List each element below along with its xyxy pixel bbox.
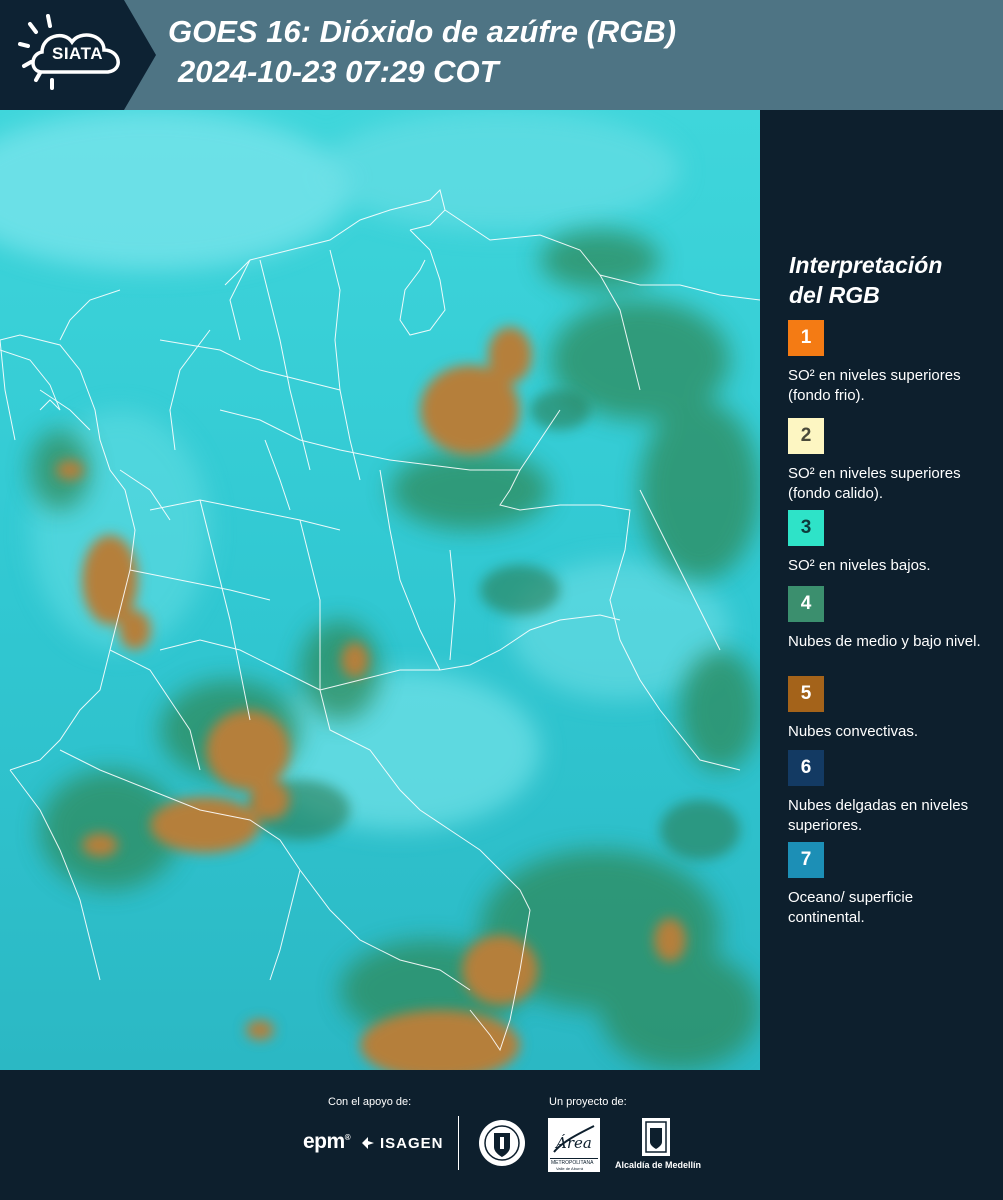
legend-swatch-5: 5 [788,676,824,712]
alcaldia-logo-text: Alcaldía de Medellín [614,1160,702,1170]
legend-item-5: 5 Nubes convectivas. [788,676,993,742]
medellin-seal-logo [478,1119,526,1172]
epm-logo-text: epm [303,1130,345,1153]
legend-number-6: 6 [800,757,812,778]
legend-item-3: 3 SO² en niveles bajos. [788,510,993,576]
legend-swatch-7: 7 [788,842,824,878]
alcaldia-medellin-logo: Alcaldía de Medellín [610,1118,706,1172]
legend-number-7: 7 [800,849,812,870]
epm-logo: epm® [303,1130,351,1153]
legend-number-2: 2 [800,425,812,446]
legend-panel: Interpretación del RGB 1 SO² en niveles … [760,110,1003,1070]
legend-label-6: Nubes delgadas en niveles superiores. [788,797,969,834]
legend-swatch-6: 6 [788,750,824,786]
siata-logo: SIATA [0,0,156,110]
satellite-map [0,110,760,1070]
legend-label-2: SO² en niveles superiores (fondo calido)… [788,465,961,502]
legend-item-4: 4 Nubes de medio y bajo nivel. [788,586,993,652]
legend-swatch-2: 2 [788,418,824,454]
area-metropolitana-logo: Área METROPOLITANA Valle de Aburrá [548,1118,600,1172]
page-timestamp: 2024-10-23 07:29 COT [178,54,499,89]
legend-number-1: 1 [800,327,812,348]
legend-item-6: 6 Nubes delgadas en niveles superiores. [788,750,993,836]
footer: Con el apoyo de: Un proyecto de: epm® IS… [0,1070,1003,1200]
area-logo-subtext2: Valle de Aburrá [556,1166,584,1171]
legend-label-4: Nubes de medio y bajo nivel. [788,633,981,650]
legend-label-5: Nubes convectivas. [788,723,919,740]
legend-title-line1: Interpretación [789,252,943,278]
isagen-logo-text: ISAGEN [380,1134,444,1152]
legend-title: Interpretación del RGB [789,250,989,310]
legend-number-5: 5 [800,683,812,704]
support-label: Con el apoyo de: [328,1096,412,1108]
legend-item-1: 1 SO² en niveles superiores (fondo frio)… [788,320,993,406]
legend-number-3: 3 [800,517,812,538]
legend-label-3: SO² en niveles bajos. [788,557,931,574]
legend-number-4: 4 [800,593,812,614]
legend-title-line2: del RGB [789,282,880,308]
area-logo-text: Área [556,1134,592,1152]
legend-item-2: 2 SO² en niveles superiores (fondo calid… [788,418,993,504]
legend-swatch-4: 4 [788,586,824,622]
siata-logo-text: SIATA [52,44,103,63]
legend-swatch-3: 3 [788,510,824,546]
isagen-logo: ISAGEN [360,1132,444,1154]
page-title: GOES 16: Dióxido de azúfre (RGB) [168,14,677,49]
legend-item-7: 7 Oceano/ superficie continental. [788,842,993,928]
legend-label-1: SO² en niveles superiores (fondo frio). [788,367,961,404]
header-bar: SIATA GOES 16: Dióxido de azúfre (RGB) 2… [0,0,1003,110]
legend-label-7: Oceano/ superficie continental. [788,889,914,926]
legend-swatch-1: 1 [788,320,824,356]
project-label: Un proyecto de: [549,1096,627,1108]
footer-divider [458,1116,459,1170]
isagen-mark-icon [362,1137,374,1149]
